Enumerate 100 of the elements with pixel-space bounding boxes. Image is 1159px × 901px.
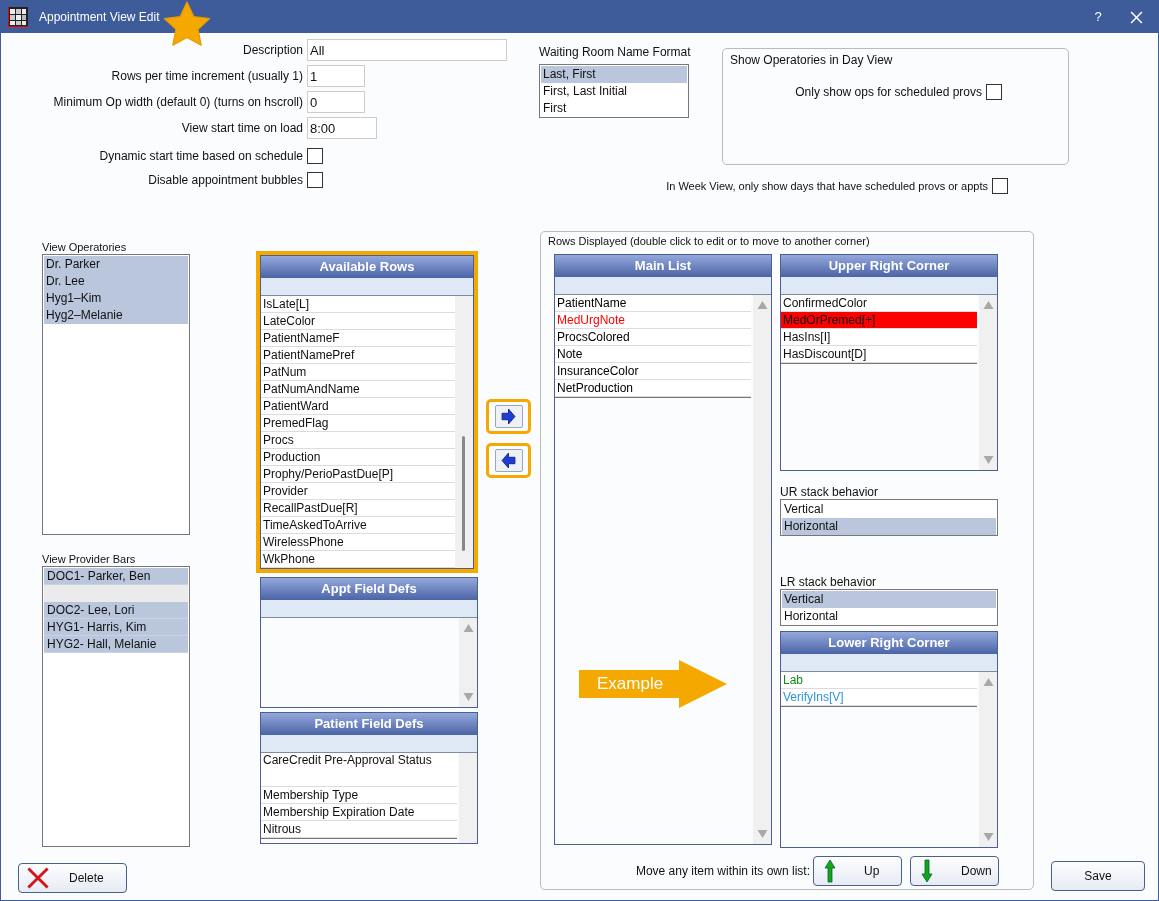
window-title: Appointment View Edit bbox=[39, 9, 160, 26]
grid-row[interactable]: LateColor bbox=[261, 313, 455, 330]
list-item[interactable]: Hyg2–Melanie bbox=[44, 307, 188, 324]
scrollbar[interactable] bbox=[979, 295, 997, 470]
scrollbar[interactable] bbox=[753, 295, 771, 844]
grid-row[interactable]: Membership Type bbox=[261, 787, 457, 804]
arrow-left-icon bbox=[501, 453, 516, 468]
list-label: View Provider Bars bbox=[42, 552, 137, 566]
grid-row[interactable]: NetProduction bbox=[555, 380, 751, 397]
grid-title: Lower Right Corner bbox=[781, 632, 997, 654]
grid-row[interactable]: RecallPastDue[R] bbox=[261, 500, 455, 517]
help-button[interactable]: ? bbox=[1086, 5, 1110, 29]
grid-title: Upper Right Corner bbox=[781, 255, 997, 277]
grid-logo-icon bbox=[8, 7, 28, 27]
text-field[interactable]: 1 bbox=[307, 65, 365, 87]
grid-row[interactable]: PremedFlag bbox=[261, 415, 455, 432]
group-title: Rows Displayed (double click to edit or to move to another corner) bbox=[548, 234, 871, 249]
scrollbar[interactable] bbox=[459, 618, 477, 707]
grid-title: Available Rows bbox=[261, 256, 473, 278]
grid-title: Main List bbox=[555, 255, 771, 277]
grid-row[interactable]: ProcsColored bbox=[555, 329, 751, 346]
grid-row[interactable]: Note bbox=[555, 346, 751, 363]
list-item[interactable]: HYG1- Harris, Kim bbox=[44, 619, 188, 636]
grid-row[interactable]: WirelessPhone bbox=[261, 534, 455, 551]
checkbox-label: Only show ops for scheduled provs bbox=[795, 84, 982, 101]
list-label: LR stack behavior bbox=[780, 574, 878, 589]
grid-row[interactable]: PatNum bbox=[261, 364, 455, 381]
scroll-up-icon[interactable] bbox=[462, 624, 474, 632]
checkbox[interactable] bbox=[992, 178, 1008, 195]
list-label: Waiting Room Name Format bbox=[539, 44, 689, 61]
grid-row[interactable]: Provider bbox=[261, 483, 455, 500]
grid-title: Appt Field Defs bbox=[261, 578, 477, 600]
field-label: Description bbox=[241, 42, 304, 59]
scrollbar[interactable] bbox=[459, 753, 477, 843]
grid-row[interactable]: InsuranceColor bbox=[555, 363, 751, 380]
grid-row[interactable]: IsLate[L] bbox=[261, 296, 455, 313]
grid-row[interactable]: Lab bbox=[781, 672, 977, 689]
list-label: View Operatories bbox=[42, 240, 128, 254]
grid-row[interactable]: PatientName bbox=[555, 295, 751, 312]
checkbox-label: Dynamic start time based on schedule bbox=[98, 148, 304, 165]
grid-row[interactable]: ConfirmedColor bbox=[781, 295, 977, 312]
grid-row[interactable]: Prophy/PerioPastDue[P] bbox=[261, 466, 455, 483]
list-item[interactable]: Hyg1–Kim bbox=[44, 290, 188, 307]
text-field[interactable]: 0 bbox=[307, 91, 365, 113]
scrollbar[interactable] bbox=[979, 672, 997, 847]
grid-row[interactable]: PatNumAndName bbox=[261, 381, 455, 398]
field-label: View start time on load bbox=[180, 120, 304, 137]
example-callout: Example bbox=[579, 660, 729, 708]
checkbox[interactable] bbox=[986, 84, 1002, 100]
grid-row[interactable]: HasIns[I] bbox=[781, 329, 977, 346]
save-button[interactable]: Save bbox=[1051, 861, 1145, 891]
list-item[interactable]: HYG2- Hall, Melanie bbox=[44, 636, 188, 653]
grid-row[interactable]: PatientWard bbox=[261, 398, 455, 415]
grid-row[interactable]: Production bbox=[261, 449, 455, 466]
grid-row[interactable]: WkPhone bbox=[261, 551, 455, 568]
grid-row[interactable]: MedUrgNote bbox=[555, 312, 751, 329]
field-label: Minimum Op width (default 0) (turns on hscroll) bbox=[52, 94, 304, 111]
list-item[interactable]: DOC1- Parker, Ben bbox=[44, 568, 188, 585]
list-item[interactable]: Vertical bbox=[782, 591, 996, 608]
grid-row[interactable]: TimeAskedToArrive bbox=[261, 517, 455, 534]
scroll-down-icon[interactable] bbox=[982, 456, 994, 464]
scroll-down-icon[interactable] bbox=[982, 833, 994, 841]
scroll-down-icon[interactable] bbox=[462, 693, 474, 701]
scrollbar[interactable] bbox=[455, 296, 473, 568]
group-title: Show Operatories in Day View bbox=[730, 52, 894, 69]
up-button[interactable]: Up bbox=[813, 856, 902, 886]
scroll-down-icon[interactable] bbox=[756, 830, 768, 838]
grid-row[interactable]: Nitrous bbox=[261, 821, 457, 838]
move-left-button[interactable] bbox=[486, 443, 531, 478]
close-icon bbox=[1129, 10, 1143, 24]
list-label: UR stack behavior bbox=[780, 484, 880, 499]
scroll-up-icon[interactable] bbox=[982, 678, 994, 686]
list-item[interactable]: DOC2- Lee, Lori bbox=[44, 602, 188, 619]
down-button[interactable]: Down bbox=[910, 856, 999, 886]
grid-row[interactable]: PatientNamePref bbox=[261, 347, 455, 364]
checkbox-label: Disable appointment bubbles bbox=[147, 172, 304, 189]
arrow-up-icon bbox=[824, 859, 836, 883]
text-field[interactable]: 8:00 bbox=[307, 117, 377, 139]
grid-row[interactable]: PatientNameF bbox=[261, 330, 455, 347]
checkbox[interactable] bbox=[307, 172, 323, 188]
close-icon bbox=[25, 866, 51, 890]
star-icon bbox=[162, 1, 212, 49]
text-field[interactable]: All bbox=[307, 39, 507, 61]
scroll-up-icon[interactable] bbox=[982, 301, 994, 309]
checkbox-label: In Week View, only show days that have scheduled provs or appts bbox=[666, 179, 988, 194]
list-item[interactable]: Dr. Parker bbox=[44, 256, 188, 273]
move-right-button[interactable] bbox=[486, 399, 531, 434]
scroll-up-icon[interactable] bbox=[756, 301, 768, 309]
checkbox[interactable] bbox=[307, 148, 323, 164]
list-item[interactable]: Last, First bbox=[541, 66, 687, 83]
delete-button[interactable]: Delete bbox=[18, 863, 127, 893]
grid-row[interactable]: HasDiscount[D] bbox=[781, 346, 977, 363]
list-item[interactable]: Dr. Lee bbox=[44, 273, 188, 290]
grid-row[interactable]: Procs bbox=[261, 432, 455, 449]
grid-row[interactable]: MedOrPremed[+] bbox=[781, 312, 977, 329]
arrow-right-icon bbox=[501, 409, 516, 424]
grid-title: Patient Field Defs bbox=[261, 713, 477, 735]
grid-row[interactable]: Membership Expiration Date bbox=[261, 804, 457, 821]
grid-row[interactable]: CareCredit Pre-Approval Status bbox=[261, 753, 457, 787]
list-item[interactable]: Horizontal bbox=[782, 518, 996, 535]
